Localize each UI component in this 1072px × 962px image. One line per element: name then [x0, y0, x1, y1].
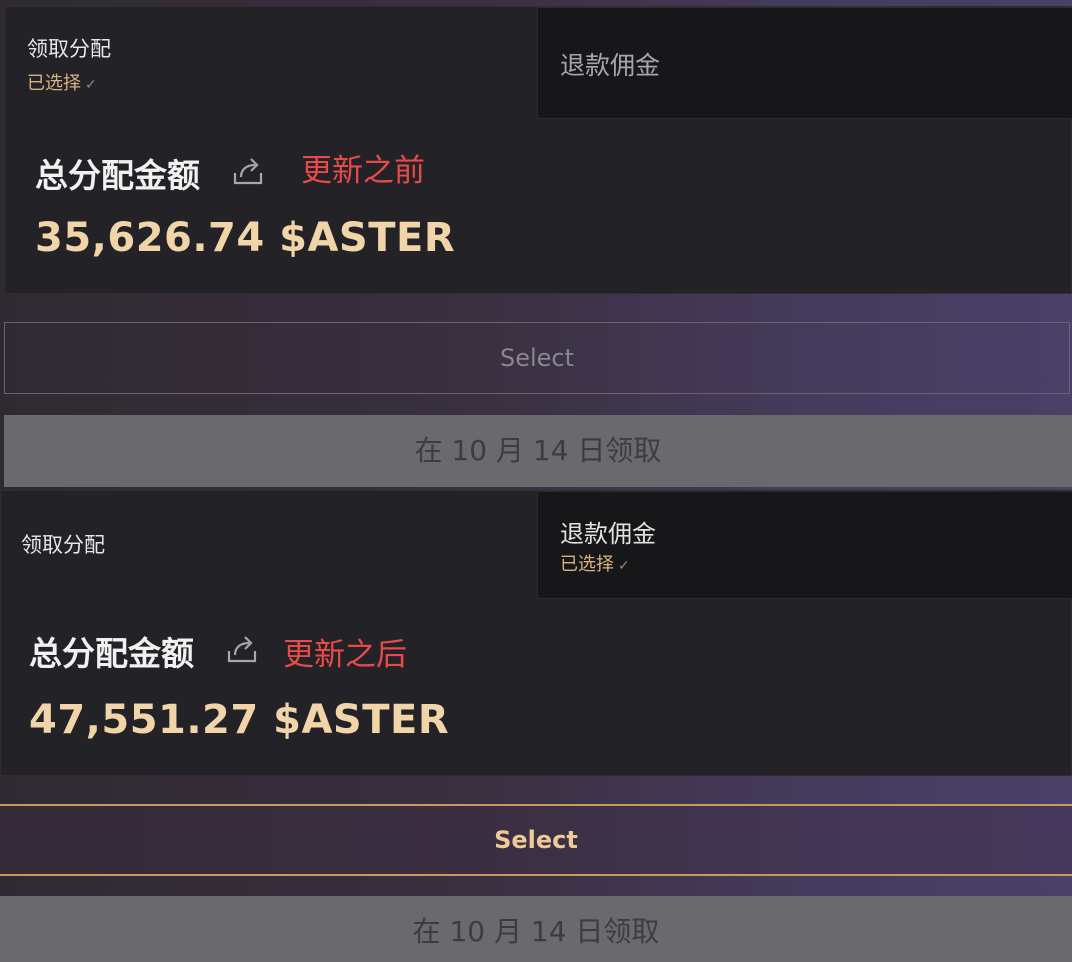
share-icon[interactable]	[225, 631, 259, 665]
selected-text: 已选择	[27, 73, 81, 94]
share-icon[interactable]	[231, 153, 265, 187]
check-icon: ✓	[85, 77, 97, 93]
total-distribution-label: 总分配金额	[35, 156, 200, 195]
tab-refund-label: 退款佣金	[560, 51, 661, 80]
selected-text: 已选择	[560, 554, 614, 575]
tab-refund-commission[interactable]: 退款佣金	[537, 7, 1072, 119]
tab-claim-label: 领取分配	[27, 37, 111, 61]
tab-claim-distribution[interactable]: 领取分配 已选择 ✓	[5, 7, 537, 117]
update-note-before: 更新之前	[301, 153, 425, 189]
tab-selected-indicator: 已选择 ✓	[560, 550, 630, 576]
tab-refund-commission[interactable]: 退款佣金 已选择 ✓	[537, 491, 1072, 599]
panel-before-update: 领取分配 已选择 ✓ 退款佣金 总分配金额 更新之前 35,626.74 $AST…	[0, 0, 1072, 490]
distribution-card: 领取分配 退款佣金 已选择 ✓ 总分配金额 更新之后 47,551.27 $AST…	[0, 490, 1072, 776]
total-amount: 35,626.74 $ASTER	[35, 215, 456, 261]
panel-after-update: 领取分配 退款佣金 已选择 ✓ 总分配金额 更新之后 47,551.27 $AST…	[0, 490, 1072, 962]
claim-on-date-button[interactable]: 在 10 月 14 日领取	[4, 415, 1072, 487]
claim-on-date-button[interactable]: 在 10 月 14 日领取	[0, 896, 1072, 962]
total-amount: 47,551.27 $ASTER	[29, 697, 450, 743]
tab-refund-label: 退款佣金	[560, 520, 656, 548]
distribution-card: 领取分配 已选择 ✓ 退款佣金 总分配金额 更新之前 35,626.74 $AST…	[4, 6, 1072, 294]
tab-claim-distribution[interactable]: 领取分配	[1, 491, 537, 599]
select-button[interactable]: Select	[4, 322, 1070, 394]
tab-selected-indicator: 已选择 ✓	[27, 69, 97, 95]
check-icon: ✓	[618, 558, 630, 574]
select-button[interactable]: Select	[0, 804, 1072, 876]
update-note-after: 更新之后	[283, 637, 407, 673]
total-distribution-label: 总分配金额	[29, 634, 194, 673]
tab-claim-label: 领取分配	[21, 533, 105, 557]
